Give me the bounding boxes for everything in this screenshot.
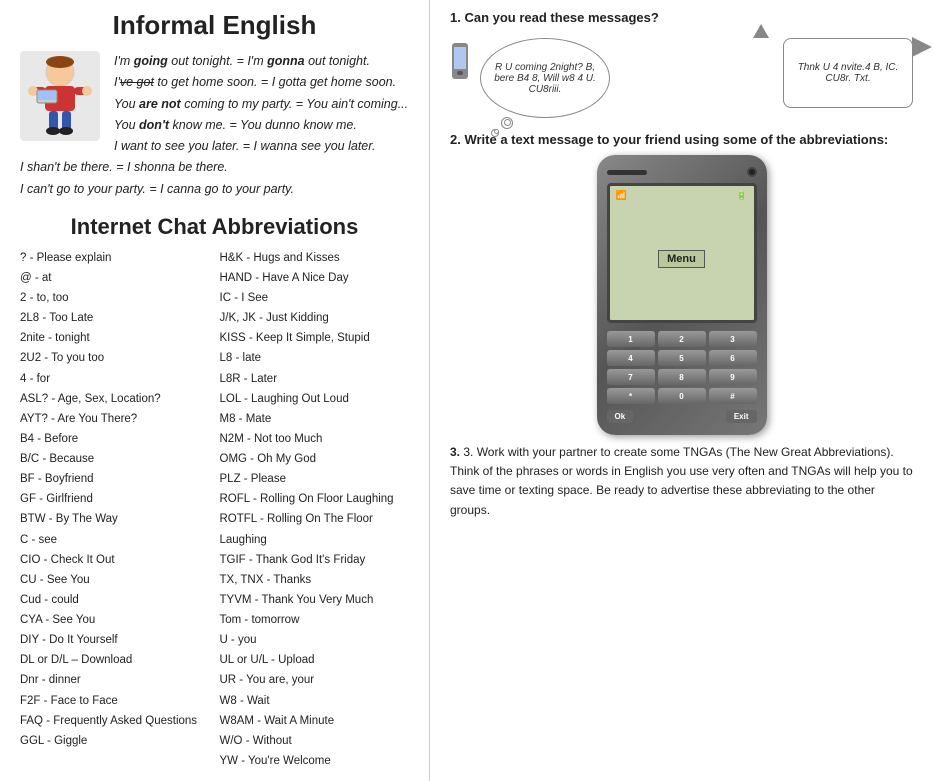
- abbrev-right-item: J/K, JK - Just Kidding: [220, 308, 410, 328]
- abbrev-left-item: 2 - to, too: [20, 288, 210, 308]
- section-title: Internet Chat Abbreviations: [20, 214, 409, 240]
- phone-container: 📶🔋 Menu 1 2 3 4 5 6 7 8 9 * 0 # Ok: [450, 155, 913, 435]
- phone-bottom-buttons: Ok Exit: [607, 410, 757, 423]
- abbrev-left-item: CYA - See You: [20, 610, 210, 630]
- screen-status: 📶🔋: [616, 190, 748, 201]
- abbrev-left-item: CU - See You: [20, 570, 210, 590]
- abbrev-left-col: ? - Please explain@ - at2 - to, too2L8 -…: [20, 248, 210, 771]
- question-1: 1. Can you read these messages?: [450, 10, 913, 25]
- key-1: 1: [607, 331, 655, 347]
- abbrev-left-item: BTW - By The Way: [20, 509, 210, 529]
- abbrev-left-item: B/C - Because: [20, 449, 210, 469]
- abbrev-right-item: LOL - Laughing Out Loud: [220, 389, 410, 409]
- question-2: 2. Write a text message to your friend u…: [450, 132, 913, 147]
- exit-button: Exit: [726, 410, 757, 423]
- abbrev-right-item: TGIF - Thank God It's Friday: [220, 550, 410, 570]
- abbrev-right-item: ROTFL - Rolling On The Floor Laughing: [220, 509, 410, 549]
- informal-section: I'm going out tonight. = I'm gonna out t…: [20, 51, 409, 200]
- abbrev-right-item: W8 - Wait: [220, 691, 410, 711]
- ok-button: Ok: [607, 410, 634, 423]
- abbrev-right-item: L8 - late: [220, 348, 410, 368]
- key-6: 6: [709, 350, 757, 366]
- abbrev-left-item: ASL? - Age, Sex, Location?: [20, 389, 210, 409]
- abbrev-left-item: F2F - Face to Face: [20, 691, 210, 711]
- abbrev-left-item: ? - Please explain: [20, 248, 210, 268]
- abbrev-left-item: C - see: [20, 530, 210, 550]
- abbrev-left-item: Cud - could: [20, 590, 210, 610]
- abbrev-right-item: HAND - Have A Nice Day: [220, 268, 410, 288]
- abbrev-right-item: IC - I See: [220, 288, 410, 308]
- abbrev-right-item: H&K - Hugs and Kisses: [220, 248, 410, 268]
- abbrev-left-item: CIO - Check It Out: [20, 550, 210, 570]
- abbrev-left-item: BF - Boyfriend: [20, 469, 210, 489]
- screen-menu-label: Menu: [658, 250, 705, 268]
- key-star: *: [607, 388, 655, 404]
- speech-area: R U coming 2night? B, bere B4 8, Will w8…: [450, 33, 913, 118]
- abbrev-right-item: TX, TNX - Thanks: [220, 570, 410, 590]
- abbrev-right-col: H&K - Hugs and KissesHAND - Have A Nice …: [220, 248, 410, 771]
- abbrev-right-item: M8 - Mate: [220, 409, 410, 429]
- phone-keypad: 1 2 3 4 5 6 7 8 9 * 0 #: [607, 331, 757, 404]
- key-4: 4: [607, 350, 655, 366]
- phone-screen: 📶🔋 Menu: [607, 183, 757, 323]
- abbrev-right-item: UL or U/L - Upload: [220, 650, 410, 670]
- phone-camera-icon: [747, 167, 757, 177]
- phone-speaker-icon: [607, 170, 647, 175]
- abbrev-right-item: ROFL - Rolling On Floor Laughing: [220, 489, 410, 509]
- key-3: 3: [709, 331, 757, 347]
- left-panel: Informal English: [0, 0, 430, 781]
- key-9: 9: [709, 369, 757, 385]
- abbrev-left-item: FAQ - Frequently Asked Questions: [20, 711, 210, 731]
- abbrev-left-item: DIY - Do It Yourself: [20, 630, 210, 650]
- question-3: 3. 3. Work with your partner to create s…: [450, 443, 913, 520]
- main-title: Informal English: [20, 10, 409, 41]
- abbrev-columns: ? - Please explain@ - at2 - to, too2L8 -…: [20, 248, 409, 771]
- abbrev-left-item: GGL - Giggle: [20, 731, 210, 751]
- phone-body: 📶🔋 Menu 1 2 3 4 5 6 7 8 9 * 0 # Ok: [597, 155, 767, 435]
- key-5: 5: [658, 350, 706, 366]
- abbrev-left-item: Dnr - dinner: [20, 670, 210, 690]
- abbrev-left-item: 2nite - tonight: [20, 328, 210, 348]
- abbrev-left-item: AYT? - Are You There?: [20, 409, 210, 429]
- abbrev-right-item: PLZ - Please: [220, 469, 410, 489]
- abbrev-right-item: UR - You are, your: [220, 670, 410, 690]
- abbrev-left-item: 4 - for: [20, 369, 210, 389]
- abbrev-right-item: Tom - tomorrow: [220, 610, 410, 630]
- abbrev-left-item: DL or D/L – Download: [20, 650, 210, 670]
- abbrev-right-item: W8AM - Wait A Minute: [220, 711, 410, 731]
- abbrev-left-item: 2U2 - To you too: [20, 348, 210, 368]
- abbrev-right-item: L8R - Later: [220, 369, 410, 389]
- abbrev-right-item: YW - You're Welcome: [220, 751, 410, 771]
- abbrev-right-item: TYVM - Thank You Very Much: [220, 590, 410, 610]
- key-8: 8: [658, 369, 706, 385]
- key-0: 0: [658, 388, 706, 404]
- phone-icon-small: [450, 33, 470, 82]
- abbrev-right-item: KISS - Keep It Simple, Stupid: [220, 328, 410, 348]
- abbrev-left-item: @ - at: [20, 268, 210, 288]
- abbrev-right-item: OMG - Oh My God: [220, 449, 410, 469]
- abbrev-left-item: GF - Girlfriend: [20, 489, 210, 509]
- right-panel: 1. Can you read these messages? R U comi…: [430, 0, 933, 781]
- bubble-thought-1: R U coming 2night? B, bere B4 8, Will w8…: [480, 38, 610, 118]
- bubble-speech-1: Thnk U 4 nvite.4 B, IC. CU8r. Txt.: [783, 38, 913, 108]
- kid-image: [20, 51, 100, 141]
- abbrev-left-item: 2L8 - Too Late: [20, 308, 210, 328]
- phone-top: [607, 167, 757, 177]
- abbrev-right-item: N2M - Not too Much: [220, 429, 410, 449]
- abbrev-right-item: W/O - Without: [220, 731, 410, 751]
- question-3-text: 3. Work with your partner to create some…: [450, 445, 913, 517]
- key-hash: #: [709, 388, 757, 404]
- key-7: 7: [607, 369, 655, 385]
- key-2: 2: [658, 331, 706, 347]
- abbrev-right-item: U - you: [220, 630, 410, 650]
- abbrev-left-item: B4 - Before: [20, 429, 210, 449]
